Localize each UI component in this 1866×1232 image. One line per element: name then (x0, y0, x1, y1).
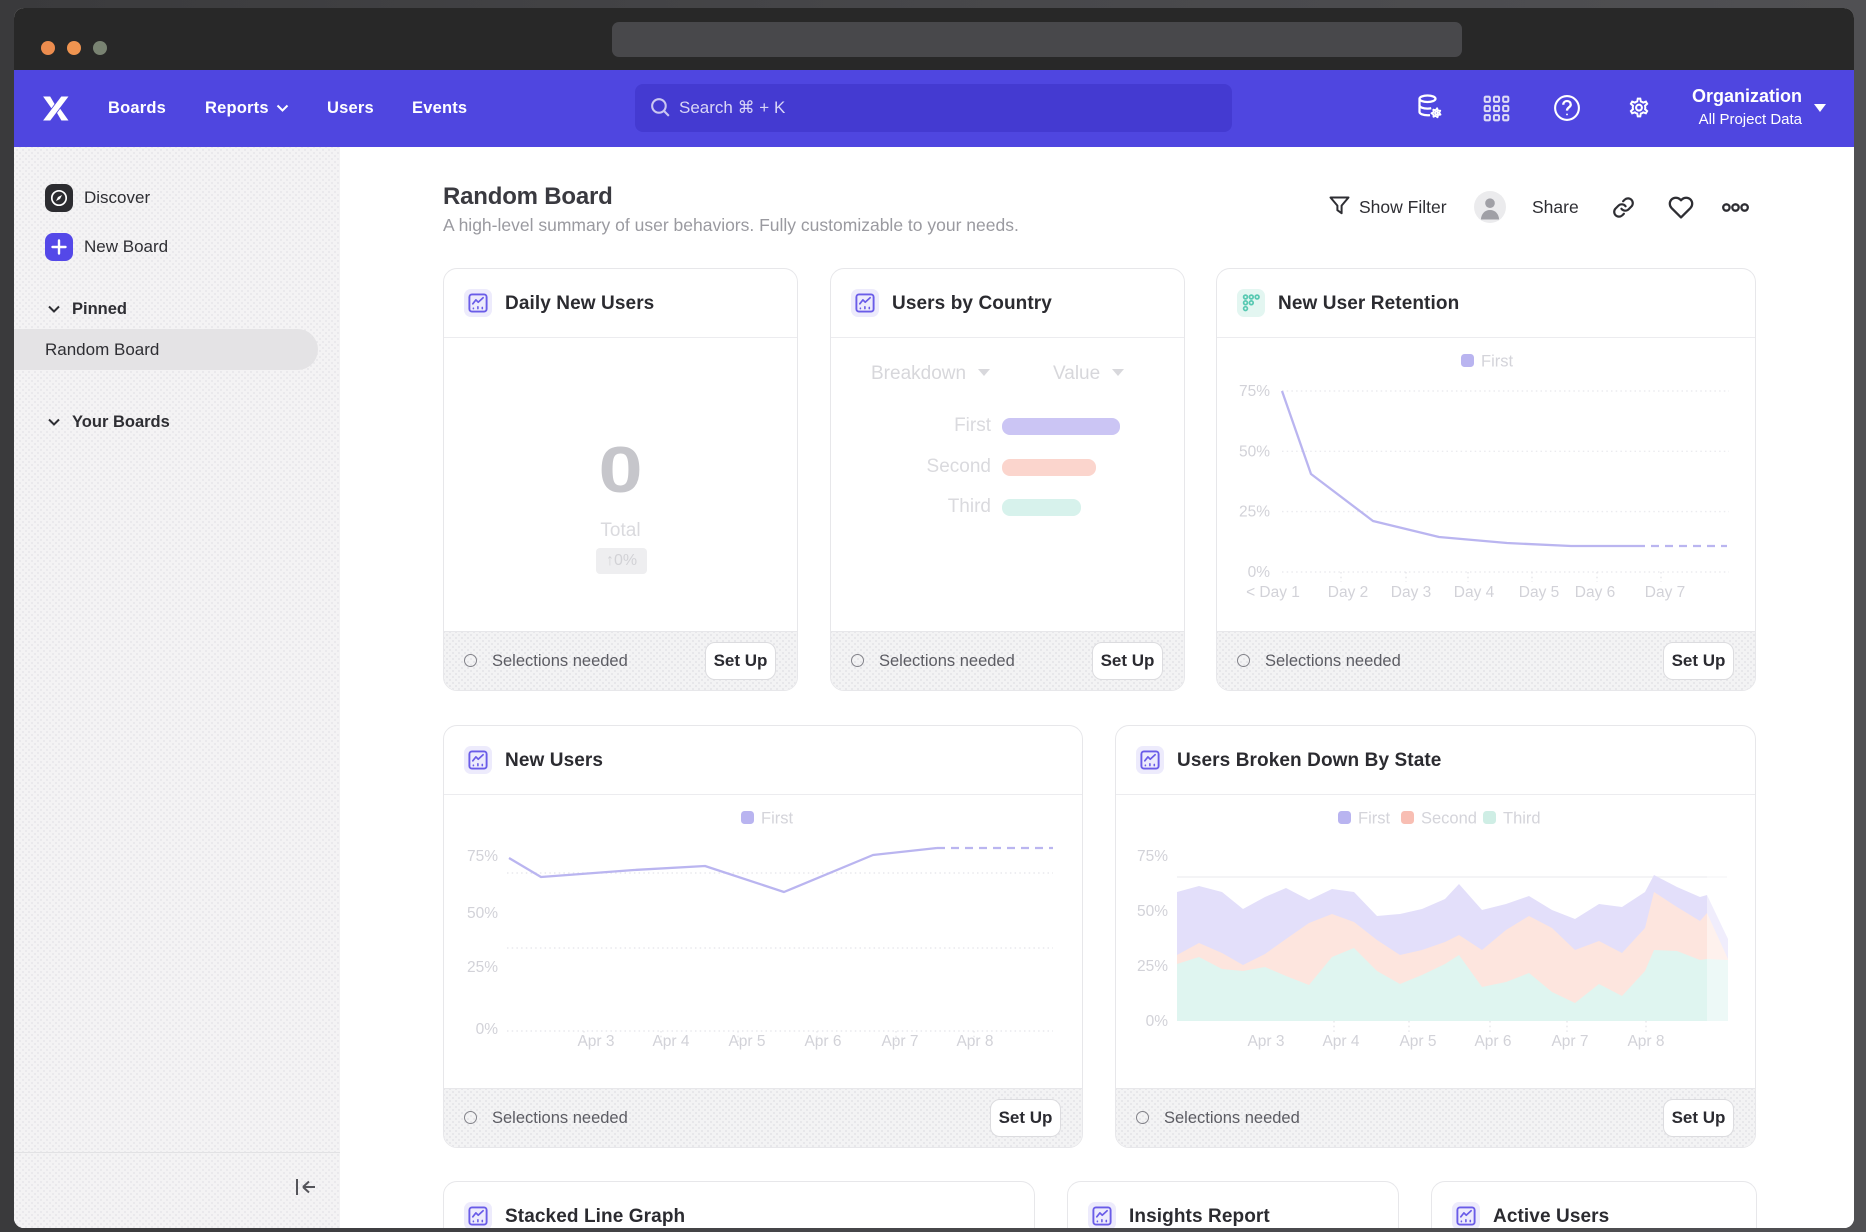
svg-text:50%: 50% (1239, 443, 1270, 460)
svg-text:Apr 7: Apr 7 (1551, 1033, 1588, 1050)
svg-text:Third: Third (1503, 810, 1541, 828)
svg-text:Day 7: Day 7 (1645, 584, 1686, 601)
svg-text:< Day 1: < Day 1 (1246, 584, 1300, 601)
svg-text:25%: 25% (467, 959, 498, 976)
svg-text:Day 3: Day 3 (1391, 584, 1432, 601)
svg-text:75%: 75% (1137, 848, 1168, 865)
svg-text:First: First (761, 810, 793, 828)
svg-text:Day 6: Day 6 (1575, 584, 1616, 601)
svg-text:0%: 0% (1146, 1013, 1169, 1030)
svg-text:50%: 50% (467, 905, 498, 922)
svg-text:Apr 6: Apr 6 (804, 1033, 841, 1050)
svg-text:Apr 4: Apr 4 (652, 1033, 689, 1050)
svg-text:Day 5: Day 5 (1519, 584, 1560, 601)
svg-text:Apr 7: Apr 7 (881, 1033, 918, 1050)
svg-text:0%: 0% (476, 1021, 499, 1038)
svg-text:Apr 4: Apr 4 (1322, 1033, 1359, 1050)
svg-text:25%: 25% (1137, 958, 1168, 975)
svg-text:25%: 25% (1239, 504, 1270, 521)
svg-text:Apr 3: Apr 3 (577, 1033, 614, 1050)
svg-text:First: First (1358, 810, 1390, 828)
svg-text:Apr 6: Apr 6 (1474, 1033, 1511, 1050)
svg-text:0%: 0% (1248, 564, 1271, 581)
svg-text:Apr 3: Apr 3 (1247, 1033, 1284, 1050)
svg-text:Day 4: Day 4 (1454, 584, 1495, 601)
svg-text:75%: 75% (1239, 383, 1270, 400)
svg-text:Second: Second (1421, 810, 1477, 828)
svg-text:Apr 8: Apr 8 (956, 1033, 993, 1050)
svg-text:Apr 5: Apr 5 (728, 1033, 765, 1050)
svg-text:50%: 50% (1137, 903, 1168, 920)
svg-text:75%: 75% (467, 848, 498, 865)
svg-text:Day 2: Day 2 (1328, 584, 1369, 601)
svg-text:Apr 5: Apr 5 (1399, 1033, 1436, 1050)
svg-text:First: First (1481, 353, 1513, 371)
svg-text:Apr 8: Apr 8 (1627, 1033, 1664, 1050)
